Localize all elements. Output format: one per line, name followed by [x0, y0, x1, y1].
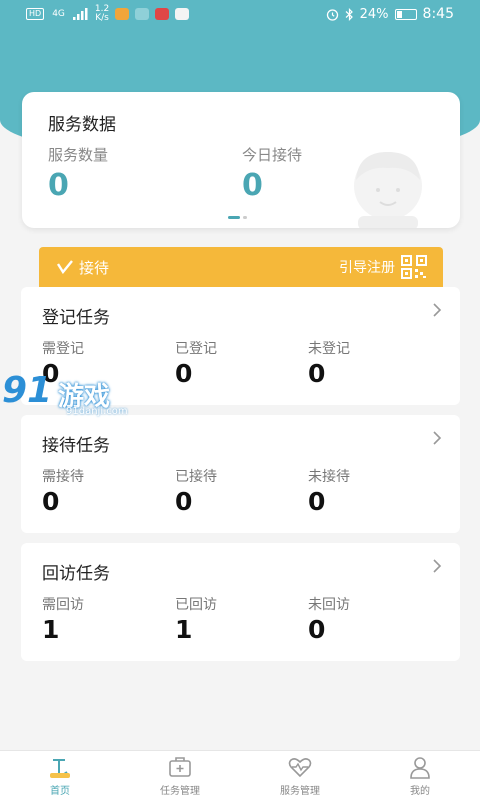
need-follow-up-value: 1: [42, 615, 60, 644]
reception-task-title: 接待任务: [42, 436, 110, 456]
need-follow-up-label: 需回访: [42, 597, 84, 613]
service-data-title: 服务数据: [48, 115, 116, 135]
network-tag: 4G: [52, 9, 65, 19]
tab-service-management[interactable]: 服务管理: [240, 751, 360, 800]
bluetooth-icon: [345, 7, 353, 21]
person-illustration-icon: [354, 152, 422, 228]
registered-value: 0: [175, 359, 193, 388]
today-reception-label: 今日接待: [242, 146, 303, 164]
speed-unit: K/s: [95, 13, 109, 23]
reception-button[interactable]: 接待: [57, 257, 109, 278]
guide-register-button[interactable]: 引导注册: [339, 255, 427, 279]
hd-badge: HD: [26, 8, 45, 20]
chevron-right-icon: [433, 431, 442, 445]
not-received-value: 0: [308, 487, 326, 516]
signal-icon: [72, 8, 88, 20]
qr-code-icon: [401, 255, 427, 279]
carousel-indicator: [228, 216, 247, 219]
registration-task-title: 登记任务: [42, 308, 110, 328]
app-notification-icon: [135, 8, 150, 20]
watermark-number: 91: [2, 370, 53, 411]
app-notification-icon: [175, 8, 190, 20]
bottom-tab-bar: 首页 任务管理 服务管理 我的: [0, 750, 480, 800]
reception-banner[interactable]: 接待 引导注册: [39, 247, 443, 287]
reception-label: 接待: [79, 258, 110, 277]
chevron-right-icon: [433, 303, 442, 317]
unregistered-value: 0: [308, 359, 326, 388]
status-right: 24% 8:45: [326, 6, 454, 22]
need-register-label: 需登记: [42, 341, 84, 357]
battery-icon: [394, 8, 417, 20]
service-count-value: 0: [48, 168, 69, 203]
home-icon: [50, 759, 70, 778]
need-reception-label: 需接待: [42, 469, 84, 485]
tab-mine-label: 我的: [410, 786, 430, 797]
service-data-card: 服务数据 服务数量 0 今日接待 0: [22, 92, 460, 228]
carousel-dot-active: [228, 216, 240, 219]
watermark-url: 91danji.com: [66, 406, 128, 417]
tab-service-management-label: 服务管理: [280, 786, 320, 797]
chevron-right-icon: [433, 559, 442, 573]
received-label: 已接待: [175, 469, 217, 485]
tab-home[interactable]: 首页: [0, 751, 120, 800]
tab-home-label: 首页: [50, 786, 70, 797]
watermark-logo: 91 游戏 91danji.com: [2, 370, 142, 422]
task-kit-icon: [169, 757, 191, 777]
not-followed-up-value: 0: [308, 615, 326, 644]
tab-mine[interactable]: 我的: [360, 751, 480, 800]
today-reception-value: 0: [242, 168, 263, 203]
status-bar: HD 4G 1.2 K/s 24% 8:45: [0, 0, 480, 28]
carousel-dot: [243, 216, 247, 219]
tab-task-management[interactable]: 任务管理: [120, 751, 240, 800]
not-received-label: 未接待: [308, 469, 350, 485]
need-reception-value: 0: [42, 487, 60, 516]
tab-task-management-label: 任务管理: [160, 786, 200, 797]
service-heart-icon: [288, 758, 312, 778]
alarm-icon: [326, 8, 338, 21]
not-followed-up-label: 未回访: [308, 597, 350, 613]
follow-up-task-title: 回访任务: [42, 564, 110, 584]
network-speed: 1.2 K/s: [95, 5, 109, 23]
service-count-label: 服务数量: [48, 146, 109, 164]
app-notification-icon: [115, 8, 130, 20]
follow-up-task-card[interactable]: 回访任务 需回访 1 已回访 1 未回访 0: [21, 543, 460, 661]
received-value: 0: [175, 487, 193, 516]
app-notification-icon: [155, 8, 170, 20]
status-left: HD 4G 1.2 K/s: [26, 5, 190, 23]
guide-register-label: 引导注册: [339, 260, 395, 276]
check-mark-icon: [57, 260, 73, 274]
battery-percent: 24%: [359, 6, 389, 22]
unregistered-label: 未登记: [308, 341, 350, 357]
clock: 8:45: [422, 6, 454, 22]
reception-task-card[interactable]: 接待任务 需接待 0 已接待 0 未接待 0: [21, 415, 460, 533]
followed-up-value: 1: [175, 615, 193, 644]
profile-icon: [410, 757, 430, 779]
registered-label: 已登记: [175, 341, 217, 357]
followed-up-label: 已回访: [175, 597, 217, 613]
